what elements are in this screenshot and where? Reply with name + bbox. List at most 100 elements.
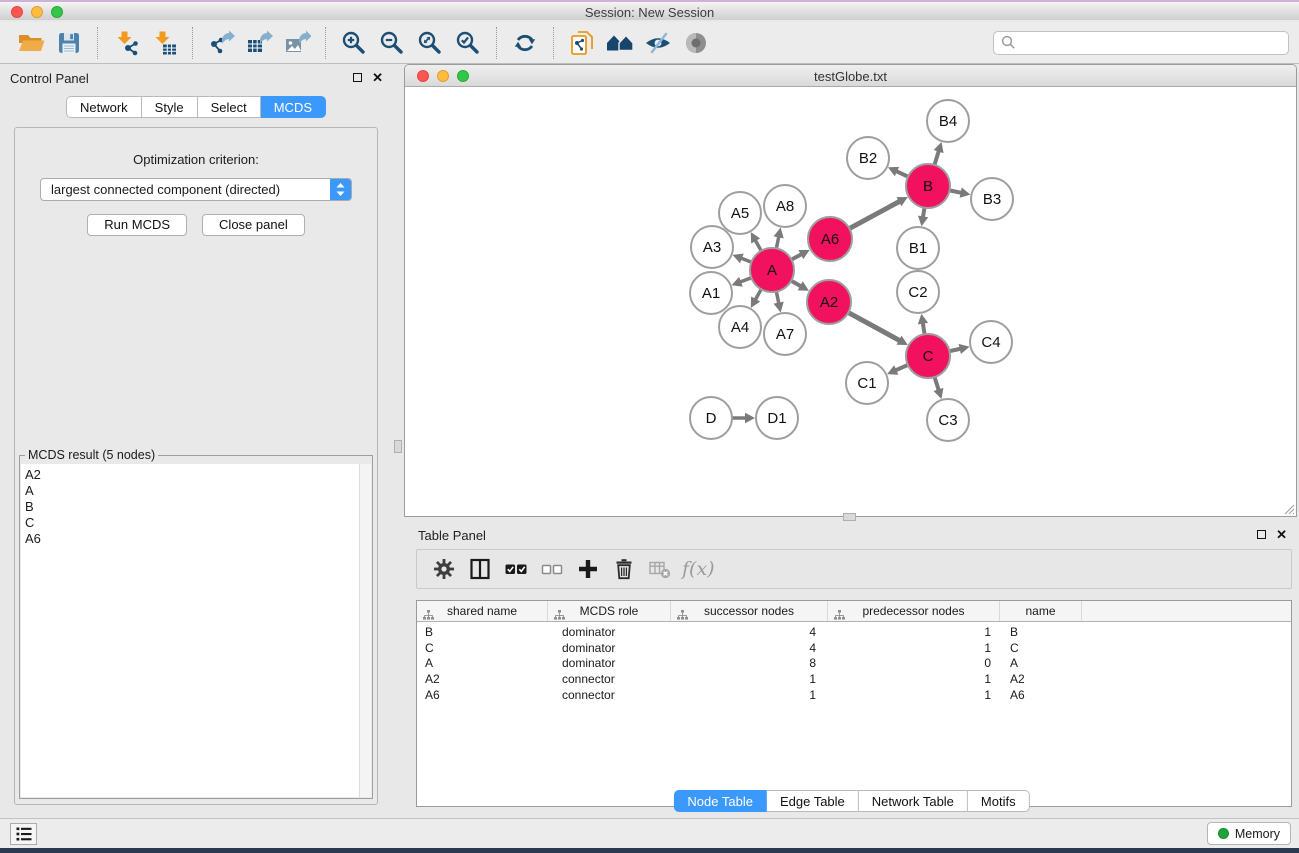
resize-grip-icon[interactable] [1281,501,1295,515]
close-table-panel-icon[interactable]: ✕ [1276,529,1287,540]
delete-table-button[interactable] [642,552,678,586]
table-cell[interactable]: 4 [671,641,828,657]
table-row[interactable]: A6connector11A6 [417,688,1291,704]
refresh-view-button[interactable] [506,26,544,60]
horizontal-splitter-handle[interactable] [843,513,856,521]
mcds-result-item[interactable]: A [21,483,371,499]
result-scrollbar[interactable] [359,464,371,797]
table-cell[interactable]: A6 [1000,688,1082,704]
open-session-button[interactable] [12,26,50,60]
network-window-titlebar[interactable]: testGlobe.txt [405,65,1296,87]
table-cell[interactable]: 1 [671,672,828,688]
close-panel-button[interactable]: Close panel [202,214,305,236]
mcds-result-item[interactable]: C [21,515,371,531]
graph-edge-A6-B[interactable] [849,201,900,229]
first-neighbors-button[interactable] [601,26,639,60]
graph-edge-A-A4[interactable] [755,289,762,301]
search-input[interactable] [1020,33,1288,53]
graph-edge-C-C1[interactable] [894,365,907,371]
tab-node-table[interactable]: Node Table [673,790,767,812]
graph-edge-B-B4[interactable] [934,150,939,165]
table-cell[interactable]: B [1000,625,1082,641]
column-header-successor-nodes[interactable]: successor nodes [671,601,828,621]
import-network-button[interactable] [107,26,145,60]
zoom-fit-button[interactable] [411,26,449,60]
table-cell[interactable]: 0 [828,656,1000,672]
hide-unchecked-columns-button[interactable] [534,552,570,586]
table-cell[interactable]: dominator [548,656,671,672]
graph-edge-B-B2[interactable] [895,171,908,177]
table-cell[interactable]: 1 [828,672,1000,688]
table-row[interactable]: Adominator80A [417,656,1291,672]
column-header-name[interactable]: name [1000,601,1082,621]
table-cell[interactable]: 1 [828,641,1000,657]
table-cell[interactable]: A2 [1000,672,1082,688]
mcds-result-item[interactable]: A2 [21,467,371,483]
global-search-field[interactable] [993,31,1289,55]
zoom-out-button[interactable] [373,26,411,60]
save-session-button[interactable] [50,26,88,60]
table-cell[interactable]: dominator [548,641,671,657]
table-cell[interactable]: connector [548,688,671,704]
column-header-mcds-role[interactable]: MCDS role [548,601,671,621]
table-cell[interactable]: connector [548,672,671,688]
delete-column-button[interactable] [606,552,642,586]
close-panel-icon[interactable]: ✕ [372,72,383,83]
split-view-button[interactable] [462,552,498,586]
import-table-button[interactable] [145,26,183,60]
graph-edge-A2-C[interactable] [848,313,900,342]
zoom-in-button[interactable] [335,26,373,60]
graph-edge-A-A5[interactable] [755,239,762,251]
mcds-result-item[interactable]: B [21,499,371,515]
vertical-splitter-handle[interactable] [394,440,402,453]
table-row[interactable]: Bdominator41B [417,625,1291,641]
table-settings-button[interactable] [426,552,462,586]
tab-select[interactable]: Select [198,96,261,118]
table-cell[interactable]: A2 [417,672,548,688]
export-network-button[interactable] [202,26,240,60]
show-checked-columns-button[interactable] [498,552,534,586]
hide-selected-button[interactable] [639,26,677,60]
function-builder-button[interactable]: f(x) [682,558,715,580]
table-cell[interactable]: 8 [671,656,828,672]
tab-network-table[interactable]: Network Table [859,790,968,812]
criterion-dropdown[interactable]: largest connected component (directed) [40,178,352,201]
float-table-panel-icon[interactable] [1257,530,1266,539]
table-cell[interactable]: C [417,641,548,657]
column-header-predecessor-nodes[interactable]: predecessor nodes [828,601,1000,621]
table-row[interactable]: A2connector11A2 [417,672,1291,688]
column-header-shared-name[interactable]: shared name [417,601,548,621]
table-cell[interactable]: 1 [671,688,828,704]
tab-motifs[interactable]: Motifs [968,790,1030,812]
graph-node-label-A2: A2 [820,294,838,311]
table-cell[interactable]: A6 [417,688,548,704]
mcds-result-item[interactable]: A6 [21,531,371,547]
table-cell[interactable]: A [1000,656,1082,672]
control-panel: Control Panel ✕ Network Style Select MCD… [0,64,392,818]
export-image-button[interactable] [278,26,316,60]
export-table-button[interactable] [240,26,278,60]
table-cell[interactable]: C [1000,641,1082,657]
tab-mcds[interactable]: MCDS [261,96,326,118]
duplicate-network-button[interactable] [563,26,601,60]
table-cell[interactable]: A [417,656,548,672]
tab-network[interactable]: Network [66,96,142,118]
tab-edge-table[interactable]: Edge Table [767,790,859,812]
zoom-selected-button[interactable] [449,26,487,60]
table-cell[interactable]: 1 [828,625,1000,641]
memory-button[interactable]: Memory [1207,822,1291,845]
task-history-button[interactable] [10,823,37,845]
float-panel-icon[interactable] [353,73,362,82]
tab-style[interactable]: Style [142,96,198,118]
run-mcds-button[interactable]: Run MCDS [87,214,187,236]
show-graphics-details-button[interactable] [677,26,715,60]
table-cell[interactable]: 4 [671,625,828,641]
add-column-button[interactable] [570,552,606,586]
mcds-result-list[interactable]: A2ABCA6 [21,464,371,797]
network-canvas[interactable]: B4B2BB3A5A8A6A3B1AA1C2A2A4A7C4CC1DD1C3 [405,88,1296,516]
table-row[interactable]: Cdominator41C [417,641,1291,657]
graph-edge-C-C3[interactable] [935,377,939,391]
table-cell[interactable]: 1 [828,688,1000,704]
table-cell[interactable]: dominator [548,625,671,641]
table-cell[interactable]: B [417,625,548,641]
